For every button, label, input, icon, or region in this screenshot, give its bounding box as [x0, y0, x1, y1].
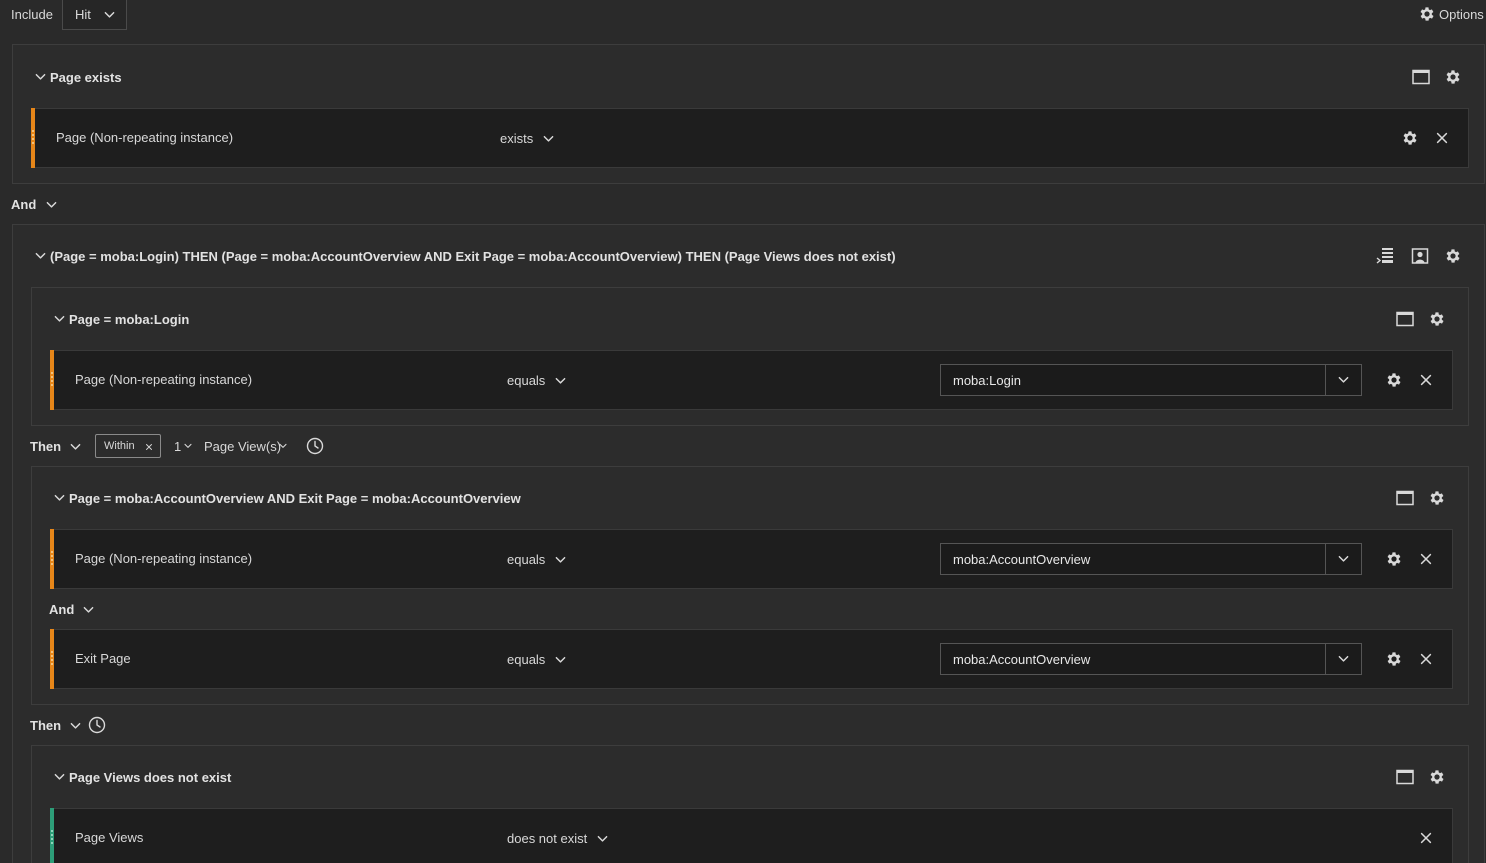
then-label: Then: [30, 718, 62, 733]
logic-operator-value: And: [49, 602, 75, 617]
step-title: Page Views does not exist: [69, 770, 232, 785]
chevron-down-icon: [1338, 555, 1349, 563]
dimension-accent-bar[interactable]: [50, 629, 54, 689]
close-icon[interactable]: [1419, 831, 1433, 845]
value-combobox[interactable]: moba:AccountOverview: [940, 643, 1362, 675]
dimension-accent-bar[interactable]: [50, 350, 54, 410]
logic-operator-select[interactable]: And: [49, 601, 99, 619]
chevron-down-icon: [597, 835, 608, 843]
within-count-select[interactable]: 1: [174, 438, 194, 456]
value-input[interactable]: moba:Login: [953, 373, 1021, 388]
rule-dimension-label: Exit Page: [75, 651, 131, 666]
sequence-title: (Page = moba:Login) THEN (Page = moba:Ac…: [50, 249, 896, 264]
include-label: Include: [11, 7, 53, 22]
value-dropdown-button[interactable]: [1325, 644, 1361, 674]
value-dropdown-button[interactable]: [1325, 544, 1361, 574]
chevron-down-icon[interactable]: [35, 73, 46, 81]
operator-value: exists: [500, 131, 534, 146]
hit-scope-value: Hit: [75, 7, 91, 22]
chevron-down-icon[interactable]: [54, 315, 65, 323]
within-unit-value: Page View(s): [204, 439, 282, 454]
gear-icon[interactable]: [1444, 247, 1462, 265]
rule-dimension-label: Page (Non-repeating instance): [75, 372, 253, 387]
operator-select[interactable]: exists: [500, 130, 560, 148]
within-unit-select[interactable]: Page View(s): [204, 438, 292, 456]
gear-icon[interactable]: [1385, 550, 1403, 568]
visitor-icon[interactable]: [1411, 247, 1429, 265]
operator-select[interactable]: equals: [507, 651, 569, 669]
maximize-icon[interactable]: [1396, 490, 1414, 506]
operator-value: does not exist: [507, 831, 588, 846]
logic-operator-select[interactable]: And: [11, 196, 61, 214]
clock-icon[interactable]: [306, 437, 324, 455]
options-label: Options: [1439, 7, 1484, 22]
within-count-value: 1: [174, 439, 182, 454]
chevron-down-icon: [184, 443, 192, 449]
gear-icon[interactable]: [1385, 371, 1403, 389]
operator-value: equals: [507, 552, 546, 567]
chevron-down-icon: [104, 11, 115, 19]
dimension-accent-bar[interactable]: [50, 529, 54, 589]
chevron-down-icon: [555, 656, 566, 664]
close-icon[interactable]: [1435, 131, 1449, 145]
chevron-down-icon[interactable]: [54, 494, 65, 502]
rule-metric-label: Page Views: [75, 830, 144, 845]
clock-icon[interactable]: [88, 716, 106, 734]
operator-select[interactable]: equals: [507, 372, 569, 390]
chevron-down-icon: [1338, 376, 1349, 384]
sequence-list-icon[interactable]: [1376, 247, 1394, 265]
chevron-down-icon: [555, 556, 566, 564]
operator-value: equals: [507, 652, 546, 667]
within-tag[interactable]: Within: [95, 434, 161, 458]
chevron-down-icon[interactable]: [35, 252, 46, 260]
dimension-accent-bar[interactable]: [31, 108, 35, 168]
logic-operator-value: And: [11, 197, 37, 212]
chevron-down-icon: [70, 443, 81, 451]
gear-icon[interactable]: [1428, 489, 1446, 507]
rule-dimension-label: Page (Non-repeating instance): [75, 551, 253, 566]
rule-row-page-exists: [31, 108, 1469, 168]
hit-scope-select[interactable]: Hit: [62, 0, 127, 30]
operator-select[interactable]: equals: [507, 551, 569, 569]
value-input[interactable]: moba:AccountOverview: [953, 552, 1090, 567]
rule-row-page-views: [50, 808, 1453, 863]
gear-icon[interactable]: [1401, 129, 1419, 147]
value-input[interactable]: moba:AccountOverview: [953, 652, 1090, 667]
close-icon[interactable]: [1419, 373, 1433, 387]
close-icon[interactable]: [1419, 552, 1433, 566]
operator-value: equals: [507, 373, 546, 388]
maximize-icon[interactable]: [1412, 69, 1430, 85]
gear-icon: [1418, 5, 1436, 23]
gear-icon[interactable]: [1444, 68, 1462, 86]
value-combobox[interactable]: moba:Login: [940, 364, 1362, 396]
chevron-down-icon: [83, 606, 94, 614]
operator-select[interactable]: does not exist: [507, 830, 611, 848]
gear-icon[interactable]: [1385, 650, 1403, 668]
chevron-down-icon: [543, 135, 554, 143]
chevron-down-icon: [279, 443, 287, 449]
gear-icon[interactable]: [1428, 768, 1446, 786]
step-title: Page = moba:AccountOverview AND Exit Pag…: [69, 491, 521, 506]
then-select[interactable]: Then: [30, 717, 82, 735]
close-icon[interactable]: [145, 443, 153, 451]
chevron-down-icon: [70, 722, 81, 730]
then-label: Then: [30, 439, 62, 454]
chevron-down-icon: [1338, 655, 1349, 663]
maximize-icon[interactable]: [1396, 769, 1414, 785]
metric-accent-bar[interactable]: [50, 808, 54, 863]
chevron-down-icon: [555, 377, 566, 385]
step-title: Page = moba:Login: [69, 312, 190, 327]
then-select[interactable]: Then: [30, 438, 82, 456]
maximize-icon[interactable]: [1396, 311, 1414, 327]
value-combobox[interactable]: moba:AccountOverview: [940, 543, 1362, 575]
chevron-down-icon: [46, 201, 57, 209]
close-icon[interactable]: [1419, 652, 1433, 666]
gear-icon[interactable]: [1428, 310, 1446, 328]
within-label: Within: [104, 440, 135, 452]
value-dropdown-button[interactable]: [1325, 365, 1361, 395]
chevron-down-icon[interactable]: [54, 773, 65, 781]
rule-dimension-label: Page (Non-repeating instance): [56, 130, 234, 145]
container-title: Page exists: [50, 70, 122, 85]
